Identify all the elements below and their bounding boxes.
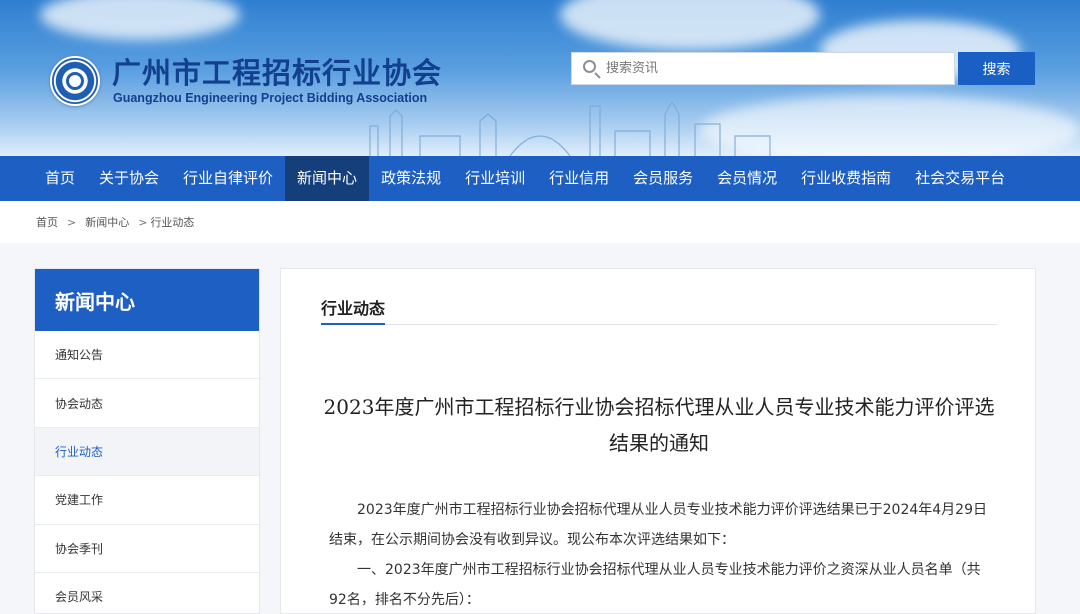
sidebar-item-party-building[interactable]: 党建工作 [35, 476, 259, 525]
header-banner: 广州市工程招标行业协会 Guangzhou Engineering Projec… [0, 0, 1080, 156]
breadcrumb-separator: > [138, 215, 148, 229]
sidebar-item-industry-news[interactable]: 行业动态 [35, 427, 259, 477]
cloud-decoration [40, 0, 240, 40]
logo-emblem [66, 72, 84, 90]
breadcrumb: 首页 > 新闻中心 > 行业动态 [0, 201, 1080, 243]
search-box [571, 52, 955, 85]
cloud-decoration [560, 0, 820, 50]
nav-item-member-services[interactable]: 会员服务 [621, 156, 705, 201]
nav-item-policies[interactable]: 政策法规 [369, 156, 453, 201]
site-title: 广州市工程招标行业协会 [112, 56, 443, 90]
section-header: 行业动态 [321, 293, 997, 325]
article-panel: 行业动态 2023年度广州市工程招标行业协会招标代理从业人员专业技术能力评价评选… [280, 268, 1036, 614]
nav-item-home[interactable]: 首页 [33, 156, 87, 201]
sidebar-title: 新闻中心 [35, 269, 259, 331]
search-input[interactable] [602, 53, 954, 84]
sidebar-item-member-showcase[interactable]: 会员风采 [35, 573, 259, 614]
nav-item-about[interactable]: 关于协会 [87, 156, 171, 201]
sidebar-item-notices[interactable]: 通知公告 [35, 331, 259, 380]
nav-item-training[interactable]: 行业培训 [453, 156, 537, 201]
nav-item-members[interactable]: 会员情况 [705, 156, 789, 201]
article-title: 2023年度广州市工程招标行业协会招标代理从业人员专业技术能力评价评选结果的通知 [323, 395, 995, 455]
nav-item-fee-guide[interactable]: 行业收费指南 [789, 156, 903, 201]
article-body: 2023年度广州市工程招标行业协会招标代理从业人员专业技术能力评价评选结果已于2… [329, 495, 997, 614]
breadcrumb-separator: > [67, 215, 77, 229]
sidebar: 新闻中心 通知公告 协会动态 行业动态 党建工作 协会季刊 会员风采 [34, 268, 260, 614]
nav-item-self-discipline[interactable]: 行业自律评价 [171, 156, 285, 201]
main-nav: 首页 关于协会 行业自律评价 新闻中心 政策法规 行业培训 行业信用 会员服务 … [0, 156, 1080, 201]
nav-item-credit[interactable]: 行业信用 [537, 156, 621, 201]
search-button[interactable]: 搜索 [958, 52, 1035, 85]
section-label: 行业动态 [321, 293, 386, 325]
nav-item-trading-platform[interactable]: 社会交易平台 [903, 156, 1017, 201]
sidebar-item-quarterly[interactable]: 协会季刊 [35, 525, 259, 573]
search-icon [582, 59, 602, 79]
nav-item-news-center[interactable]: 新闻中心 [285, 156, 370, 201]
city-skyline-graphic [369, 100, 771, 156]
sidebar-item-association-news[interactable]: 协会动态 [35, 379, 259, 428]
breadcrumb-home[interactable]: 首页 [36, 214, 58, 230]
article-paragraph: 一、2023年度广州市工程招标行业协会招标代理从业人员专业技术能力评价之资深从业… [329, 562, 981, 608]
breadcrumb-current: 行业动态 [150, 216, 195, 229]
article-paragraph: 2023年度广州市工程招标行业协会招标代理从业人员专业技术能力评价评选结果已于2… [329, 502, 987, 548]
site-subtitle: Guangzhou Engineering Project Bidding As… [113, 91, 428, 105]
breadcrumb-news-center[interactable]: 新闻中心 [85, 214, 129, 230]
association-logo [50, 56, 100, 106]
